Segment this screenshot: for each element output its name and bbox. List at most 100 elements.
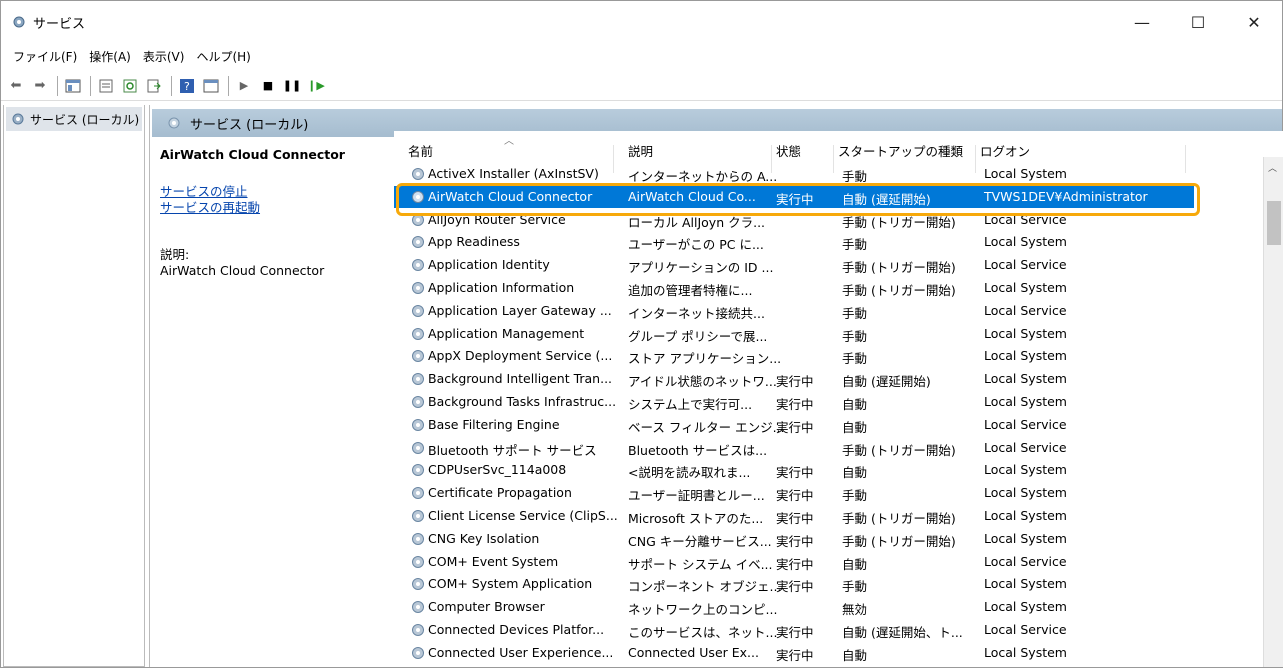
service-row[interactable]: Background Intelligent Tran... アイドル状態のネット… — [394, 368, 1194, 390]
service-name: Application Management — [428, 325, 585, 341]
service-row[interactable]: COM+ Event System サポート システム イベ... 実行中 自動 Loc… — [394, 551, 1194, 573]
service-gear-icon — [412, 350, 424, 363]
toolbar: ⬅ ➡ ? ▶ ■ ❚❚ ❙▶ — [1, 71, 1282, 101]
menu-file[interactable]: ファイル(F) — [7, 48, 83, 65]
service-row[interactable]: CNG Key Isolation CNG キー分離サービス... 実行中 手動 (ト… — [394, 528, 1194, 550]
service-gear-icon — [412, 168, 424, 180]
service-row[interactable]: AppX Deployment Service (... ストア アプリケーション… — [394, 345, 1194, 367]
export-list-icon[interactable] — [143, 75, 165, 97]
service-startup-type: 自動 — [842, 465, 868, 481]
menu-action[interactable]: 操作(A) — [83, 48, 137, 65]
properties-icon[interactable] — [95, 75, 117, 97]
refresh-icon[interactable] — [119, 75, 141, 97]
show-hide-icon[interactable] — [200, 75, 222, 97]
stop-service-link[interactable]: サービスの停止 — [160, 184, 390, 200]
service-description: 追加の管理者特権に... — [628, 283, 753, 298]
service-row[interactable]: Application Information 追加の管理者特権に... 手動 (ト… — [394, 277, 1194, 299]
service-description: Bluetooth サービスは... — [628, 442, 768, 458]
menu-bar: ファイル(F) 操作(A) 表示(V) ヘルプ(H) — [1, 43, 1282, 69]
service-logon: Local System — [984, 508, 1067, 523]
service-logon: Local System — [984, 166, 1067, 181]
service-startup-type: 自動 — [842, 556, 868, 572]
service-status: 実行中 — [776, 579, 814, 595]
service-row[interactable]: Connected User Experience... Connected Us… — [394, 642, 1194, 664]
service-status: 実行中 — [776, 647, 814, 663]
service-name: CNG Key Isolation — [428, 530, 540, 546]
service-gear-icon — [412, 327, 424, 340]
service-name: COM+ System Application — [428, 576, 593, 592]
maximize-button[interactable]: ☐ — [1170, 1, 1226, 43]
services-gear-icon — [168, 117, 180, 129]
highlight-annotation — [396, 183, 1200, 216]
toolbar-separator — [171, 75, 172, 96]
service-name: Connected User Experience... — [428, 644, 614, 660]
menu-help[interactable]: ヘルプ(H) — [190, 48, 256, 65]
scroll-up-icon[interactable]: ︿ — [1268, 161, 1277, 174]
service-startup-type: 手動 (トリガー開始) — [842, 533, 956, 549]
description-text: AirWatch Cloud Connector — [160, 263, 325, 278]
pause-service-icon[interactable]: ❚❚ — [281, 75, 303, 97]
start-service-icon[interactable]: ▶ — [233, 75, 255, 97]
service-row[interactable]: ActiveX Installer (AxInstSV) インターネットからの A… — [394, 163, 1194, 185]
service-row[interactable]: Client License Service (ClipS... Microsof… — [394, 505, 1194, 527]
service-row[interactable]: Application Management グループ ポリシーで展... 手動 Lo… — [394, 323, 1194, 345]
menu-view[interactable]: 表示(V) — [137, 48, 191, 65]
service-name: Certificate Propagation — [428, 485, 572, 501]
service-gear-icon — [412, 418, 424, 431]
scrollbar-thumb[interactable] — [1267, 201, 1281, 245]
service-name: Application Identity — [428, 257, 550, 273]
restart-service-icon[interactable]: ❙▶ — [305, 75, 327, 97]
description-label: 説明: — [160, 247, 190, 262]
close-button[interactable]: ✕ — [1226, 1, 1282, 43]
vertical-scrollbar[interactable]: ︿ ﹀ — [1263, 157, 1283, 667]
service-logon: Local Service — [984, 439, 1067, 455]
service-row[interactable]: Connected Devices Platfor... このサービスは、ネット.… — [394, 619, 1194, 641]
service-description: CNG キー分離サービス... — [628, 533, 772, 549]
restart-service-link[interactable]: サービスの再起動 — [160, 200, 390, 216]
service-row[interactable]: Background Tasks Infrastruc... システム上で実行可.… — [394, 391, 1194, 413]
service-description: システム上で実行可... — [628, 397, 753, 412]
tree-node-services-local[interactable]: サービス (ローカル) — [6, 107, 142, 131]
service-description: グループ ポリシーで展... — [628, 328, 768, 344]
service-logon: Local Service — [984, 257, 1067, 273]
service-name: Background Tasks Infrastruc... — [428, 394, 617, 409]
service-logon: Local System — [984, 325, 1067, 341]
service-row[interactable]: Certificate Propagation ユーザー証明書とルー... 実行中 手… — [394, 482, 1194, 504]
back-arrow-icon[interactable]: ⬅ — [5, 75, 27, 97]
services-gear-icon — [12, 113, 24, 125]
stop-service-icon[interactable]: ■ — [257, 75, 279, 97]
console-tree-icon[interactable] — [62, 75, 84, 97]
service-startup-type: 手動 — [842, 351, 868, 367]
service-row[interactable]: Application Identity アプリケーションの ID ... 手動 (… — [394, 254, 1194, 276]
service-row[interactable]: App Readiness ユーザーがこの PC に... 手動 Local Syst… — [394, 231, 1194, 253]
service-status: 実行中 — [776, 374, 814, 390]
details-pane: サービス (ローカル) AirWatch Cloud Connector サービ… — [149, 105, 1283, 667]
service-startup-type: 自動 — [842, 647, 868, 663]
service-description: このサービスは、ネット... — [628, 625, 778, 640]
service-status: 実行中 — [776, 397, 814, 412]
service-row[interactable]: CDPUserSvc_114a008 <説明を読み取れま... 実行中 自動 Local… — [394, 459, 1194, 481]
service-status: 実行中 — [776, 556, 814, 572]
service-gear-icon — [412, 624, 424, 636]
service-startup-type: 自動 — [842, 419, 868, 435]
service-row[interactable]: Bluetooth サポート サービス Bluetooth サービスは... 手動 … — [394, 437, 1194, 459]
console-tree: サービス (ローカル) — [3, 105, 145, 667]
service-description: ユーザーがこの PC に... — [628, 237, 764, 253]
service-row[interactable]: Base Filtering Engine ベース フィルター エンジ... 実行中… — [394, 414, 1194, 436]
service-logon: Local System — [984, 576, 1067, 592]
service-row[interactable]: Computer Browser ネットワーク上のコンピ... 無効 Local Sy… — [394, 596, 1194, 618]
service-name: Computer Browser — [428, 599, 545, 615]
service-gear-icon — [412, 259, 424, 272]
service-logon: Local System — [984, 348, 1067, 364]
service-description: サポート システム イベ... — [628, 556, 773, 572]
service-name: CDPUserSvc_114a008 — [428, 462, 567, 478]
service-row[interactable]: COM+ System Application コンポーネント オブジェ... 実行… — [394, 573, 1194, 595]
service-row[interactable]: Application Layer Gateway ... インターネット接続共.… — [394, 300, 1194, 322]
minimize-button[interactable]: — — [1114, 1, 1170, 43]
service-logon: Local System — [984, 280, 1067, 295]
window-title: サービス — [33, 16, 86, 32]
forward-arrow-icon[interactable]: ➡ — [29, 75, 51, 97]
service-description: ストア アプリケーション... — [628, 351, 782, 367]
help-icon[interactable]: ? — [176, 75, 198, 97]
service-status: 実行中 — [776, 465, 814, 481]
